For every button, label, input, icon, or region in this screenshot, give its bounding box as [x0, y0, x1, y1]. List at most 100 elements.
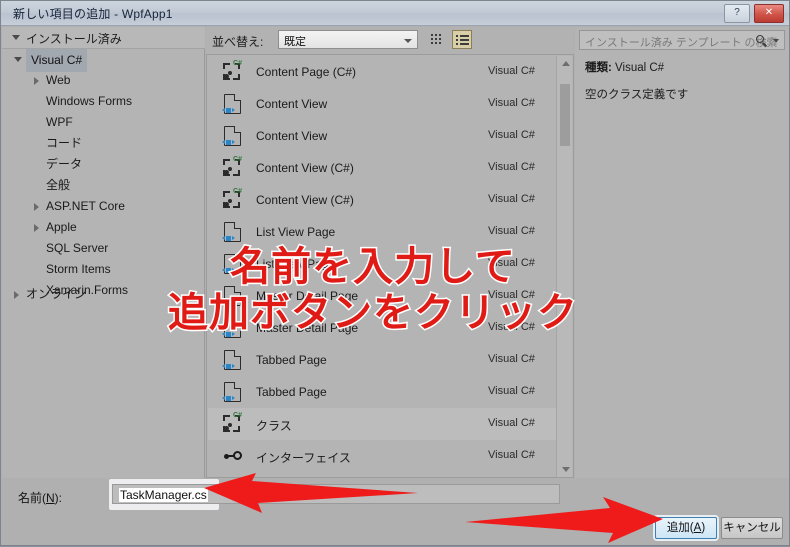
- template-language: Visual C#: [488, 289, 535, 301]
- template-list-item[interactable]: List View Page Visual C#: [208, 248, 556, 280]
- sort-toolbar: 並べ替え: 既定: [206, 27, 574, 54]
- chevron-right-icon: [34, 224, 39, 232]
- search-input[interactable]: インストール済み テンプレート の検索: [579, 30, 785, 50]
- tree-node-item[interactable]: Web: [2, 70, 205, 91]
- template-language: Visual C#: [488, 321, 535, 333]
- template-name: クラス: [256, 419, 292, 433]
- scroll-down-icon[interactable]: [557, 462, 573, 477]
- template-list-scrollbar[interactable]: [556, 56, 572, 477]
- detail-description: 空のクラス定義です: [585, 89, 689, 101]
- window-controls: ? ✕: [724, 4, 784, 23]
- template-language: Visual C#: [488, 225, 535, 237]
- template-name: Content View (C#): [256, 161, 354, 175]
- xaml-page-icon: [222, 318, 244, 339]
- search-placeholder: インストール済み テンプレート の検索: [585, 37, 778, 49]
- tree-node-label: SQL Server: [46, 241, 109, 255]
- cancel-button[interactable]: キャンセル: [721, 517, 783, 539]
- tree-node-visual-csharp[interactable]: Visual C#: [2, 49, 205, 72]
- template-list-item[interactable]: Master Detail Page Visual C#: [208, 312, 556, 344]
- add-label-post: ): [701, 522, 706, 534]
- template-list-item[interactable]: List View Page Visual C#: [208, 216, 556, 248]
- tree-node-label: データ: [46, 157, 83, 171]
- template-language: Visual C#: [488, 417, 535, 429]
- template-name: List View Page: [256, 225, 336, 239]
- window-title: 新しい項目の追加 - WpfApp1: [13, 7, 173, 21]
- tree-node-item[interactable]: データ: [2, 154, 205, 175]
- template-language: Visual C#: [488, 449, 535, 461]
- installed-tree-panel: インストール済み Visual C# Web Windows Forms WPF コー…: [2, 27, 205, 478]
- csharp-class-icon: C#: [222, 188, 244, 211]
- template-language: Visual C#: [488, 353, 535, 365]
- template-list-item[interactable]: C# クラス Visual C#: [208, 408, 556, 440]
- tree-node-item[interactable]: SQL Server: [2, 238, 205, 259]
- template-list-item[interactable]: Content View Visual C#: [208, 88, 556, 120]
- template-list-item[interactable]: Content View Visual C#: [208, 120, 556, 152]
- template-list-item[interactable]: C# Content View (C#) Visual C#: [208, 184, 556, 216]
- template-name: List View Page: [256, 257, 336, 271]
- tree-node-online[interactable]: オンライン: [2, 282, 205, 306]
- help-button[interactable]: ?: [724, 4, 750, 23]
- scroll-up-icon[interactable]: [557, 56, 573, 71]
- chevron-down-icon[interactable]: [773, 39, 779, 43]
- detail-kind-value: Visual C#: [615, 62, 665, 74]
- tree-node-item[interactable]: ASP.NET Core: [2, 196, 205, 217]
- template-list-item[interactable]: Tabbed Page Visual C#: [208, 344, 556, 376]
- tree-node-item[interactable]: WPF: [2, 112, 205, 133]
- scrollbar-thumb[interactable]: [560, 84, 570, 146]
- template-language: Visual C#: [488, 193, 535, 205]
- grid-view-icon[interactable]: [428, 30, 448, 49]
- tree-node-label: オンライン: [26, 287, 87, 301]
- list-view-icon[interactable]: [452, 30, 472, 49]
- add-label-pre: 追加(: [666, 522, 694, 534]
- dialog-footer: 名前(N): TaskManager.cs 追加(A) キャンセル: [2, 478, 789, 545]
- details-panel: インストール済み テンプレート の検索 種類: Visual C# 空のクラス定…: [575, 27, 789, 478]
- tree-node-item[interactable]: Storm Items: [2, 259, 205, 280]
- template-language: Visual C#: [488, 257, 535, 269]
- sort-dropdown[interactable]: 既定: [278, 30, 418, 49]
- tree-header[interactable]: インストール済み: [2, 27, 205, 49]
- template-center-column: 並べ替え: 既定 C# Content Page (C#) Visual C# …: [206, 27, 574, 478]
- tree-node-label: ASP.NET Core: [46, 199, 125, 213]
- template-name: インターフェイス: [256, 451, 351, 465]
- template-list-item[interactable]: C# Content View (C#) Visual C#: [208, 152, 556, 184]
- chevron-right-icon: [34, 77, 39, 85]
- tree-node-item[interactable]: Windows Forms: [2, 91, 205, 112]
- tree-node-label: コード: [46, 136, 83, 150]
- sort-label: 並べ替え:: [212, 35, 264, 49]
- xaml-page-icon: [222, 350, 244, 371]
- template-list-item[interactable]: Tabbed Page Visual C#: [208, 376, 556, 408]
- template-name: Master Detail Page: [256, 289, 359, 303]
- template-name: Content Page (C#): [256, 65, 357, 79]
- name-input-value: TaskManager.cs: [119, 488, 208, 502]
- chevron-right-icon: [14, 291, 19, 299]
- template-list-item[interactable]: インターフェイス Visual C#: [208, 440, 556, 472]
- template-name: Tabbed Page: [256, 353, 327, 367]
- chevron-down-icon: [14, 57, 22, 62]
- chevron-down-icon: [404, 39, 412, 43]
- tree-node-label: Apple: [46, 220, 77, 234]
- xaml-page-icon: [222, 222, 244, 243]
- xaml-page-icon: [222, 382, 244, 403]
- tree-node-label: Storm Items: [46, 262, 111, 276]
- template-language: Visual C#: [488, 129, 535, 141]
- tree-node-item[interactable]: Apple: [2, 217, 205, 238]
- template-list-item[interactable]: C# Content Page (C#) Visual C#: [208, 56, 556, 88]
- add-button[interactable]: 追加(A): [655, 517, 717, 539]
- tree-node-item[interactable]: 全般: [2, 175, 205, 196]
- template-language: Visual C#: [488, 385, 535, 397]
- template-name: Content View (C#): [256, 193, 354, 207]
- name-label: 名前(N):: [18, 489, 62, 506]
- name-label-key: N: [46, 491, 55, 505]
- close-icon[interactable]: ✕: [754, 4, 784, 23]
- template-language: Visual C#: [488, 65, 535, 77]
- tree-node-item[interactable]: コード: [2, 133, 205, 154]
- title-bar: 新しい項目の追加 - WpfApp1 ? ✕: [1, 1, 789, 26]
- detail-kind-label: 種類:: [585, 62, 612, 74]
- name-input[interactable]: TaskManager.cs: [112, 484, 560, 504]
- template-name: Content View: [256, 129, 328, 143]
- xaml-page-icon: [222, 286, 244, 307]
- template-list-item[interactable]: Master Detail Page Visual C#: [208, 280, 556, 312]
- tree-node-label: Visual C#: [26, 49, 88, 72]
- name-label-pre: 名前(: [18, 491, 46, 505]
- template-language: Visual C#: [488, 97, 535, 109]
